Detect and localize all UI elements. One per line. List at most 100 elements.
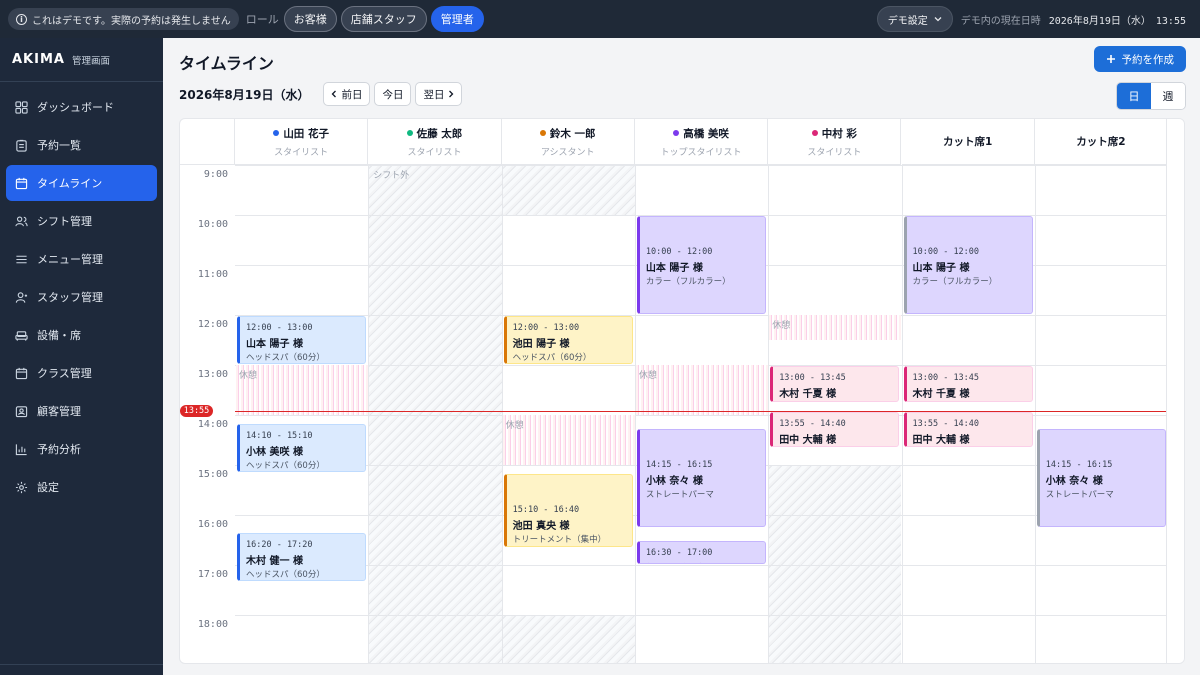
hour-gridline [235,415,1184,416]
appointment-block[interactable]: 14:15 - 16:15 小林 奈々 様ストレートパーマ [636,428,767,527]
appointment-menu: ヘッドスパ（60分） [246,569,325,580]
appointment-block[interactable]: 12:00 - 13:00 池田 陽子 様ヘッドスパ（60分） [503,316,633,364]
appointment-block[interactable]: 16:20 - 17:20 木村 健一 様ヘッドスパ（60分） [237,532,367,581]
sidebar-item-7[interactable]: クラス管理 [6,355,157,391]
create-reservation-button[interactable]: 予約を作成 [1093,46,1186,72]
appointment-block[interactable]: 16:30 - 17:00 後藤 陽介 様 [636,541,767,564]
appointment-time: 10:00 - 12:00 [645,247,713,257]
hour-label: 14:00 [197,419,228,430]
brand-subtitle: 管理画面 [71,55,110,67]
prev-day-button[interactable]: 前日 [323,82,371,106]
column-role: トップスタイリスト [660,147,742,158]
appointment-customer: 池田 真央 様 [512,521,570,533]
appointment-customer: 山本 陽子 様 [912,263,970,274]
appointment-menu: ヘッドスパ（60分） [246,353,325,363]
appointment-block[interactable]: 12:00 - 13:00 山本 陽子 様ヘッドスパ（60分） [237,316,367,364]
hour-label: 17:00 [197,569,228,580]
appointment-block[interactable]: 15:10 - 16:40 池田 真央 様トリートメント（集中） [503,474,633,548]
brand: AKIMA 管理画面 [0,38,163,82]
hour-label: 9:00 [203,169,228,180]
role-admin-button[interactable]: 管理者 [430,6,484,32]
current-time-line [235,410,1184,412]
demo-notice: i これはデモです。実際の予約は発生しません [8,8,239,30]
demo-settings-button[interactable]: デモ設定 [876,6,953,32]
column-name-text: 中村 彩 [821,127,857,140]
column-role: スタイリスト [407,147,462,158]
today-button[interactable]: 今日 [374,82,412,106]
appointment-block[interactable]: 14:10 - 15:10 小林 美咲 様ヘッドスパ（60分） [237,424,367,473]
appointment-customer: 小林 奈々 様 [645,475,703,487]
sidebar-item-9[interactable]: 予約分析 [6,431,157,467]
appointment-time: 13:55 - 14:40 [779,418,846,429]
hour-label: 16:00 [197,519,228,530]
appointment-block[interactable]: 13:00 - 13:45 木村 千夏 様メンズカット [903,366,1033,402]
calendar-icon [15,367,28,379]
sidebar-item-label: ダッシュボード [37,101,114,114]
sidebar-item-label: 顧客管理 [37,405,81,418]
sidebar-item-10[interactable]: 設定 [6,469,157,505]
date-navigation: 2026年8月19日（水） 前日 今日 翌日 [179,82,463,106]
view-week-button[interactable]: 週 [1151,83,1185,109]
appointment-menu: カラー（フルカラー） [645,277,731,287]
appointment-block[interactable]: 14:15 - 16:15 小林 奈々 様ストレートパーマ [1036,428,1167,527]
page-title: タイムライン [179,54,274,73]
current-date: 2026年8月19日（水） [179,87,310,102]
column-name-text: カット席1 [942,136,993,148]
column-name: 佐藤 太郎 [406,126,462,141]
column-gridline [1034,165,1036,663]
staff-color-dot [673,130,680,136]
appointment-time: 15:10 - 16:40 [512,505,580,516]
sidebar-item-3[interactable]: シフト管理 [6,203,157,239]
hour-label: 11:00 [197,269,228,280]
chevron-right-icon [449,90,454,98]
column-name: 高橋 美咲 [673,126,729,141]
off-shift-area [502,165,635,215]
appointment-block[interactable]: 13:00 - 13:45 木村 千夏 様メンズカット [770,366,900,402]
appointment-block[interactable]: 13:55 - 14:40 田中 大輔 様ヘアセット [770,411,900,448]
appointment-time: 16:20 - 17:20 [246,539,313,550]
appointment-customer: 木村 千夏 様 [912,389,970,400]
appointment-menu: ヘッドスパ（60分） [246,461,325,472]
sidebar-divider [0,664,163,665]
now-label: デモ内の現在日時 [960,15,1041,27]
gear-icon [15,481,28,493]
current-time-badge: 13:55 [180,404,213,417]
appointment-menu: カラー（フルカラー） [912,277,998,287]
appointment-block[interactable]: 13:55 - 14:40 田中 大輔 様ヘアセット [903,411,1033,448]
sidebar-item-6[interactable]: 設備・席 [6,317,157,353]
appointment-time: 16:30 - 17:00 [645,548,713,558]
appointment-customer: 山本 陽子 様 [645,263,703,274]
sidebar-item-label: メニュー管理 [37,253,103,266]
next-day-button[interactable]: 翌日 [415,82,463,106]
now-value: 2026年8月19日（水） 13:55 [1048,15,1186,27]
appointment-time: 13:55 - 14:40 [912,418,980,429]
view-day-button[interactable]: 日 [1117,83,1151,109]
appointment-time: 12:00 - 13:00 [512,323,580,333]
sidebar-item-8[interactable]: 顧客管理 [6,393,157,429]
sidebar-item-1[interactable]: 予約一覧 [6,127,157,163]
next-day-label: 翌日 [423,88,445,101]
appointment-menu: トリートメント（集中） [512,535,607,546]
sidebar-item-0[interactable]: ダッシュボード [6,89,157,125]
appointment-block[interactable]: 10:00 - 12:00 山本 陽子 様カラー（フルカラー） [636,216,767,314]
appointment-time: 13:00 - 13:45 [779,373,846,383]
sidebar-item-4[interactable]: メニュー管理 [6,241,157,277]
role-staff-button[interactable]: 店舗スタッフ [340,6,427,32]
scrollbar-gutter[interactable] [1166,119,1184,663]
appointment-customer: 池田 陽子 様 [512,339,570,350]
clipboard-icon [16,139,27,152]
appointment-customer: 後藤 陽介 様 [646,560,759,563]
hour-label: 15:00 [197,469,228,480]
dashboard-icon [15,100,28,114]
sidebar-item-2[interactable]: タイムライン [6,165,157,201]
sidebar: AKIMA 管理画面 ダッシュボード予約一覧 タイムライン シフト管理メニュー管理ス… [0,38,163,675]
sidebar-item-5[interactable]: スタッフ管理 [6,279,157,315]
hour-label: 18:00 [197,619,228,630]
appointment-block[interactable]: 10:00 - 12:00 山本 陽子 様カラー（フルカラー） [903,216,1033,314]
appointment-time: 14:15 - 16:15 [645,459,713,470]
role-customer-button[interactable]: お客様 [283,6,337,32]
appointment-menu: ヘアセット [913,447,1026,448]
hour-gridline [235,315,1184,316]
prev-day-label: 前日 [341,88,363,101]
column-gridline [368,165,370,663]
